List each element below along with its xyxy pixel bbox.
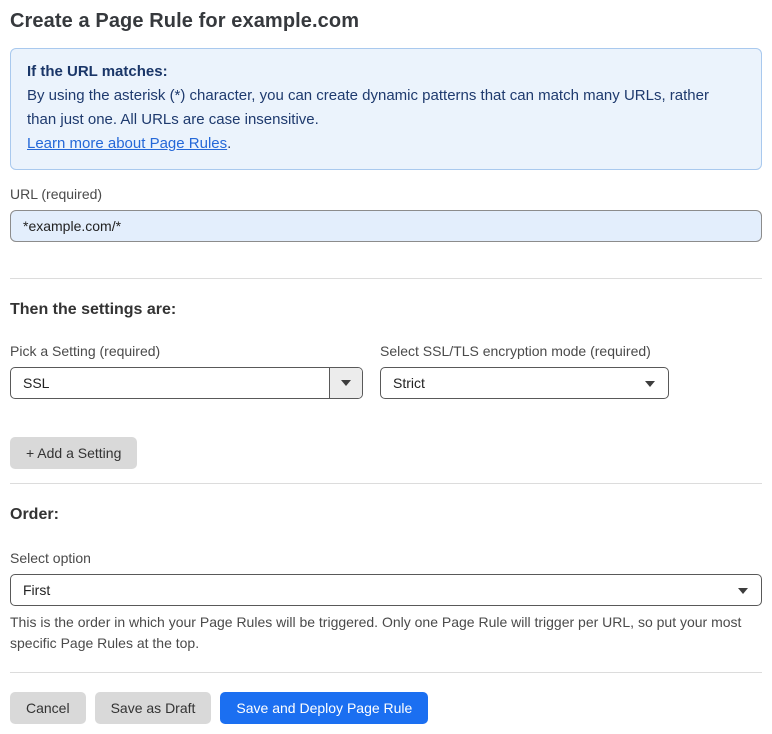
add-setting-button[interactable]: + Add a Setting xyxy=(10,437,138,469)
save-as-draft-button[interactable]: Save as Draft xyxy=(94,692,212,724)
pick-setting-arrow-button[interactable] xyxy=(329,368,362,398)
footer-button-row: Cancel Save as Draft Save and Deploy Pag… xyxy=(10,692,762,724)
order-select-value: First xyxy=(23,582,51,598)
chevron-down-icon xyxy=(738,588,748,594)
save-and-deploy-button[interactable]: Save and Deploy Page Rule xyxy=(220,692,429,724)
order-section-heading: Order: xyxy=(10,506,59,523)
pick-setting-field: Pick a Setting (required) SSL xyxy=(10,343,363,399)
cancel-button[interactable]: Cancel xyxy=(10,692,86,724)
divider xyxy=(10,672,762,673)
chevron-down-icon xyxy=(341,380,351,386)
info-box-link-line: Learn more about Page Rules. xyxy=(27,132,745,156)
url-match-info-box: If the URL matches: By using the asteris… xyxy=(10,48,762,170)
url-input[interactable] xyxy=(10,210,762,242)
settings-row: Pick a Setting (required) SSL Select SSL… xyxy=(10,343,762,399)
ssl-mode-field: Select SSL/TLS encryption mode (required… xyxy=(380,343,669,399)
link-period: . xyxy=(227,135,232,152)
pick-setting-select[interactable]: SSL xyxy=(10,367,363,399)
learn-more-link[interactable]: Learn more about Page Rules xyxy=(27,135,227,152)
divider xyxy=(10,483,762,484)
chevron-down-icon xyxy=(645,381,655,387)
info-box-heading: If the URL matches: xyxy=(27,63,168,80)
pick-setting-value: SSL xyxy=(23,375,50,391)
ssl-mode-label: Select SSL/TLS encryption mode (required… xyxy=(380,343,651,359)
pick-setting-label: Pick a Setting (required) xyxy=(10,343,161,359)
page-title: Create a Page Rule for example.com xyxy=(10,10,360,32)
url-field-label: URL (required) xyxy=(10,186,103,202)
ssl-mode-select[interactable]: Strict xyxy=(380,367,669,399)
order-select-label: Select option xyxy=(10,550,91,566)
ssl-mode-value: Strict xyxy=(393,375,425,391)
order-help-text: This is the order in which your Page Rul… xyxy=(10,614,742,651)
info-box-body: By using the asterisk (*) character, you… xyxy=(27,87,709,128)
order-select[interactable]: First xyxy=(10,574,762,606)
divider xyxy=(10,278,762,279)
settings-section-heading: Then the settings are: xyxy=(10,301,177,318)
